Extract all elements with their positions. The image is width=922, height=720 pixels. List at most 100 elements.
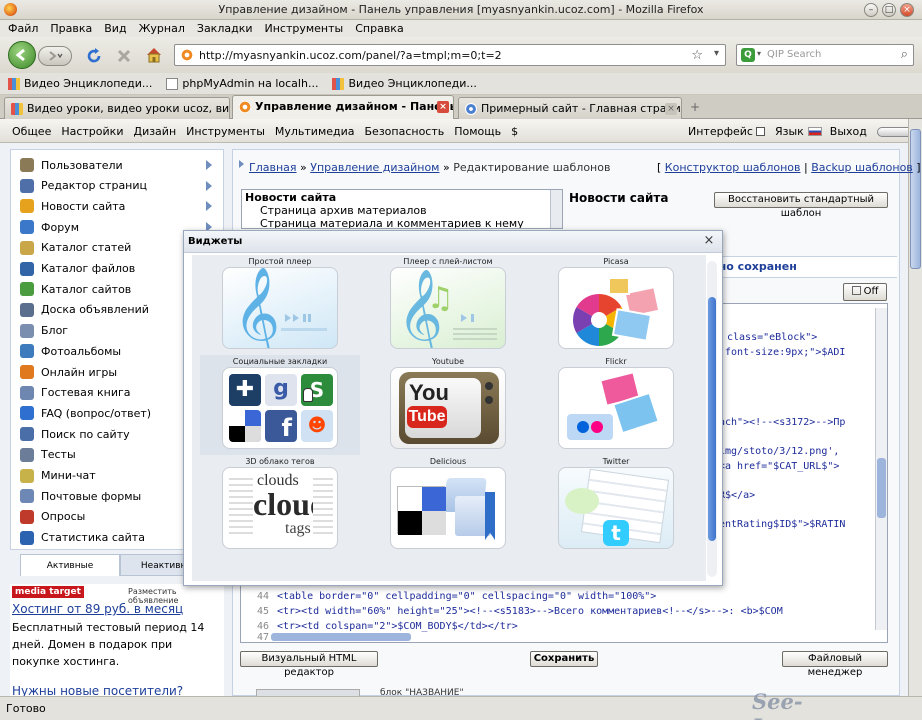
- window-titlebar: Управление дизайном - Панель управления …: [0, 0, 922, 20]
- visual-html-editor-button[interactable]: Визуальный HTML редактор: [240, 651, 378, 678]
- chevron-right-icon[interactable]: [206, 180, 212, 191]
- forward-icon[interactable]: [38, 46, 72, 66]
- logout-link[interactable]: Выход: [830, 125, 867, 138]
- off-checkbox-icon: [851, 286, 861, 295]
- template-list[interactable]: Новости сайта Страница архив материалов …: [241, 189, 563, 229]
- admin-menu-general[interactable]: Общее: [12, 125, 51, 138]
- widget-flickr[interactable]: Flickr: [536, 355, 696, 455]
- qip-icon[interactable]: Q: [741, 48, 755, 62]
- url-text[interactable]: http://myasnyankin.ucoz.com/panel/?a=tmp…: [199, 49, 502, 62]
- widgets-scrollbar[interactable]: [706, 261, 718, 579]
- back-icon[interactable]: [8, 41, 36, 69]
- file-manager-button[interactable]: Файловый менеджер: [782, 651, 888, 678]
- admin-menu-settings[interactable]: Настройки: [61, 125, 123, 138]
- menu-history[interactable]: Журнал: [139, 20, 185, 37]
- stop-icon[interactable]: [114, 46, 134, 66]
- bookmark-star-icon[interactable]: ☆: [691, 48, 703, 63]
- widget-label: Простой плеер: [248, 257, 312, 266]
- bookmarks-toolbar: Видео Энциклопеди... phpMyAdmin на local…: [0, 73, 922, 95]
- menu-file[interactable]: Файл: [8, 20, 38, 37]
- youtube-you-text: You: [409, 380, 449, 405]
- menu-edit[interactable]: Правка: [50, 20, 92, 37]
- admin-menu-security[interactable]: Безопасность: [365, 125, 445, 138]
- editor-vertical-scrollbar[interactable]: [875, 308, 887, 630]
- tab-favicon-icon: [11, 103, 23, 115]
- tab-active-modules[interactable]: Активные: [20, 554, 120, 576]
- bookmark-ribbon: [485, 492, 495, 540]
- search-bar[interactable]: Q ▾ QIP Search ⌕: [736, 44, 914, 66]
- template-item[interactable]: Страница материала и комментариев к нему: [260, 217, 524, 228]
- widget-social-bookmarks[interactable]: Социальные закладки ✚ g S f ☻: [200, 355, 360, 455]
- chevron-right-icon[interactable]: [206, 160, 212, 170]
- language-label[interactable]: Язык: [775, 125, 804, 138]
- blog-icon: [20, 323, 34, 338]
- watermark-text: See-Lessons.ru: [752, 689, 879, 720]
- tab-video-lessons[interactable]: Видео уроки, видео уроки ucoz, вид...: [4, 97, 230, 119]
- widget-twitter[interactable]: Twitter t: [536, 455, 696, 555]
- widget-playlist-player[interactable]: Плеер с плей-листом 𝄞 ♫: [368, 255, 528, 355]
- tv-knob: [485, 396, 493, 404]
- widget-3d-tag-cloud[interactable]: 3D облако тегов clouds cloud tags: [200, 455, 360, 555]
- widgets-scroll-thumb[interactable]: [708, 297, 716, 541]
- template-constructor-link[interactable]: Конструктор шаблонов: [665, 161, 801, 174]
- breadcrumb-home[interactable]: Главная: [249, 161, 297, 174]
- page-scrollbar[interactable]: [908, 119, 922, 696]
- ad-body: Бесплатный тестовый период 14 дней. Доме…: [12, 621, 205, 668]
- sidebar-item[interactable]: Редактор страниц: [20, 176, 216, 196]
- tab-favicon-icon: [465, 103, 477, 115]
- bookmark-favicon-icon: [332, 77, 345, 90]
- chevron-right-icon[interactable]: [206, 201, 212, 212]
- close-window-button[interactable]: ×: [900, 3, 914, 17]
- sidebar-item-label: Новости сайта: [41, 199, 126, 213]
- menu-bookmarks[interactable]: Закладки: [197, 20, 253, 37]
- backup-templates-link[interactable]: Backup шаблонов: [811, 161, 913, 174]
- bookmark-item[interactable]: phpMyAdmin на localh...: [166, 77, 318, 90]
- admin-menu-dollar[interactable]: $: [511, 125, 518, 138]
- tab-design-management[interactable]: Управление дизайном - Панель ... ×: [232, 95, 454, 120]
- widget-delicious[interactable]: Delicious: [368, 455, 528, 555]
- ad-brand-logo[interactable]: media target: [12, 586, 84, 598]
- template-item[interactable]: Страница архив материалов: [260, 204, 427, 217]
- editor-scroll-thumb[interactable]: [877, 458, 886, 518]
- sidebar-item-label: Редактор страниц: [41, 179, 148, 193]
- admin-menu-design[interactable]: Дизайн: [133, 125, 176, 138]
- bookmark-item[interactable]: Видео Энциклопеди...: [332, 77, 477, 90]
- widget-youtube[interactable]: Youtube You Tube: [368, 355, 528, 455]
- home-icon[interactable]: [144, 45, 164, 65]
- admin-menu-help[interactable]: Помощь: [454, 125, 501, 138]
- breadcrumb-design[interactable]: Управление дизайном: [310, 161, 439, 174]
- search-engine-dropdown-icon[interactable]: ▾: [757, 49, 761, 58]
- close-tab-icon[interactable]: ×: [437, 101, 449, 113]
- template-list-scrollbar[interactable]: [550, 190, 562, 228]
- close-dialog-icon[interactable]: ×: [702, 234, 716, 248]
- url-dropdown-icon[interactable]: ▾: [714, 48, 719, 59]
- sidebar-item[interactable]: Новости сайта: [20, 196, 216, 216]
- admin-menu-multimedia[interactable]: Мультимедиа: [275, 125, 355, 138]
- restore-default-template-button[interactable]: Восстановить стандартный шаблон: [714, 192, 888, 219]
- highlight-off-toggle[interactable]: Off: [843, 283, 887, 301]
- maximize-button[interactable]: □: [882, 3, 896, 17]
- interface-checkbox[interactable]: [755, 127, 765, 136]
- bookmark-item[interactable]: Видео Энциклопеди...: [8, 77, 152, 90]
- menu-tools[interactable]: Инструменты: [265, 20, 344, 37]
- scrollbar-thumb[interactable]: [910, 129, 921, 269]
- search-icon[interactable]: ⌕: [901, 47, 908, 62]
- template-group: Новости сайта: [245, 191, 337, 204]
- url-bar[interactable]: http://myasnyankin.ucoz.com/panel/?a=tmp…: [174, 44, 726, 66]
- menu-view[interactable]: Вид: [104, 20, 126, 37]
- widget-simple-player[interactable]: Простой плеер 𝄞: [200, 255, 360, 355]
- sidebar-item[interactable]: Пользователи: [20, 155, 216, 175]
- new-tab-icon[interactable]: +: [690, 100, 700, 114]
- minimize-button[interactable]: –: [864, 3, 878, 17]
- russian-flag-icon[interactable]: [807, 127, 822, 136]
- reload-icon[interactable]: [84, 46, 104, 66]
- admin-menu-tools[interactable]: Инструменты: [186, 125, 265, 138]
- close-tab-icon[interactable]: ×: [665, 103, 677, 115]
- ad-headline[interactable]: Хостинг от 89 руб. в месяц: [12, 602, 183, 616]
- editor-horizontal-scroll-thumb[interactable]: [271, 633, 411, 641]
- widget-picasa[interactable]: Picasa: [536, 255, 696, 355]
- interface-label[interactable]: Интерфейс: [688, 125, 753, 138]
- tab-sample-site[interactable]: Примерный сайт - Главная страница ×: [458, 97, 682, 119]
- menu-help[interactable]: Справка: [355, 20, 403, 37]
- save-button[interactable]: Сохранить: [530, 651, 598, 667]
